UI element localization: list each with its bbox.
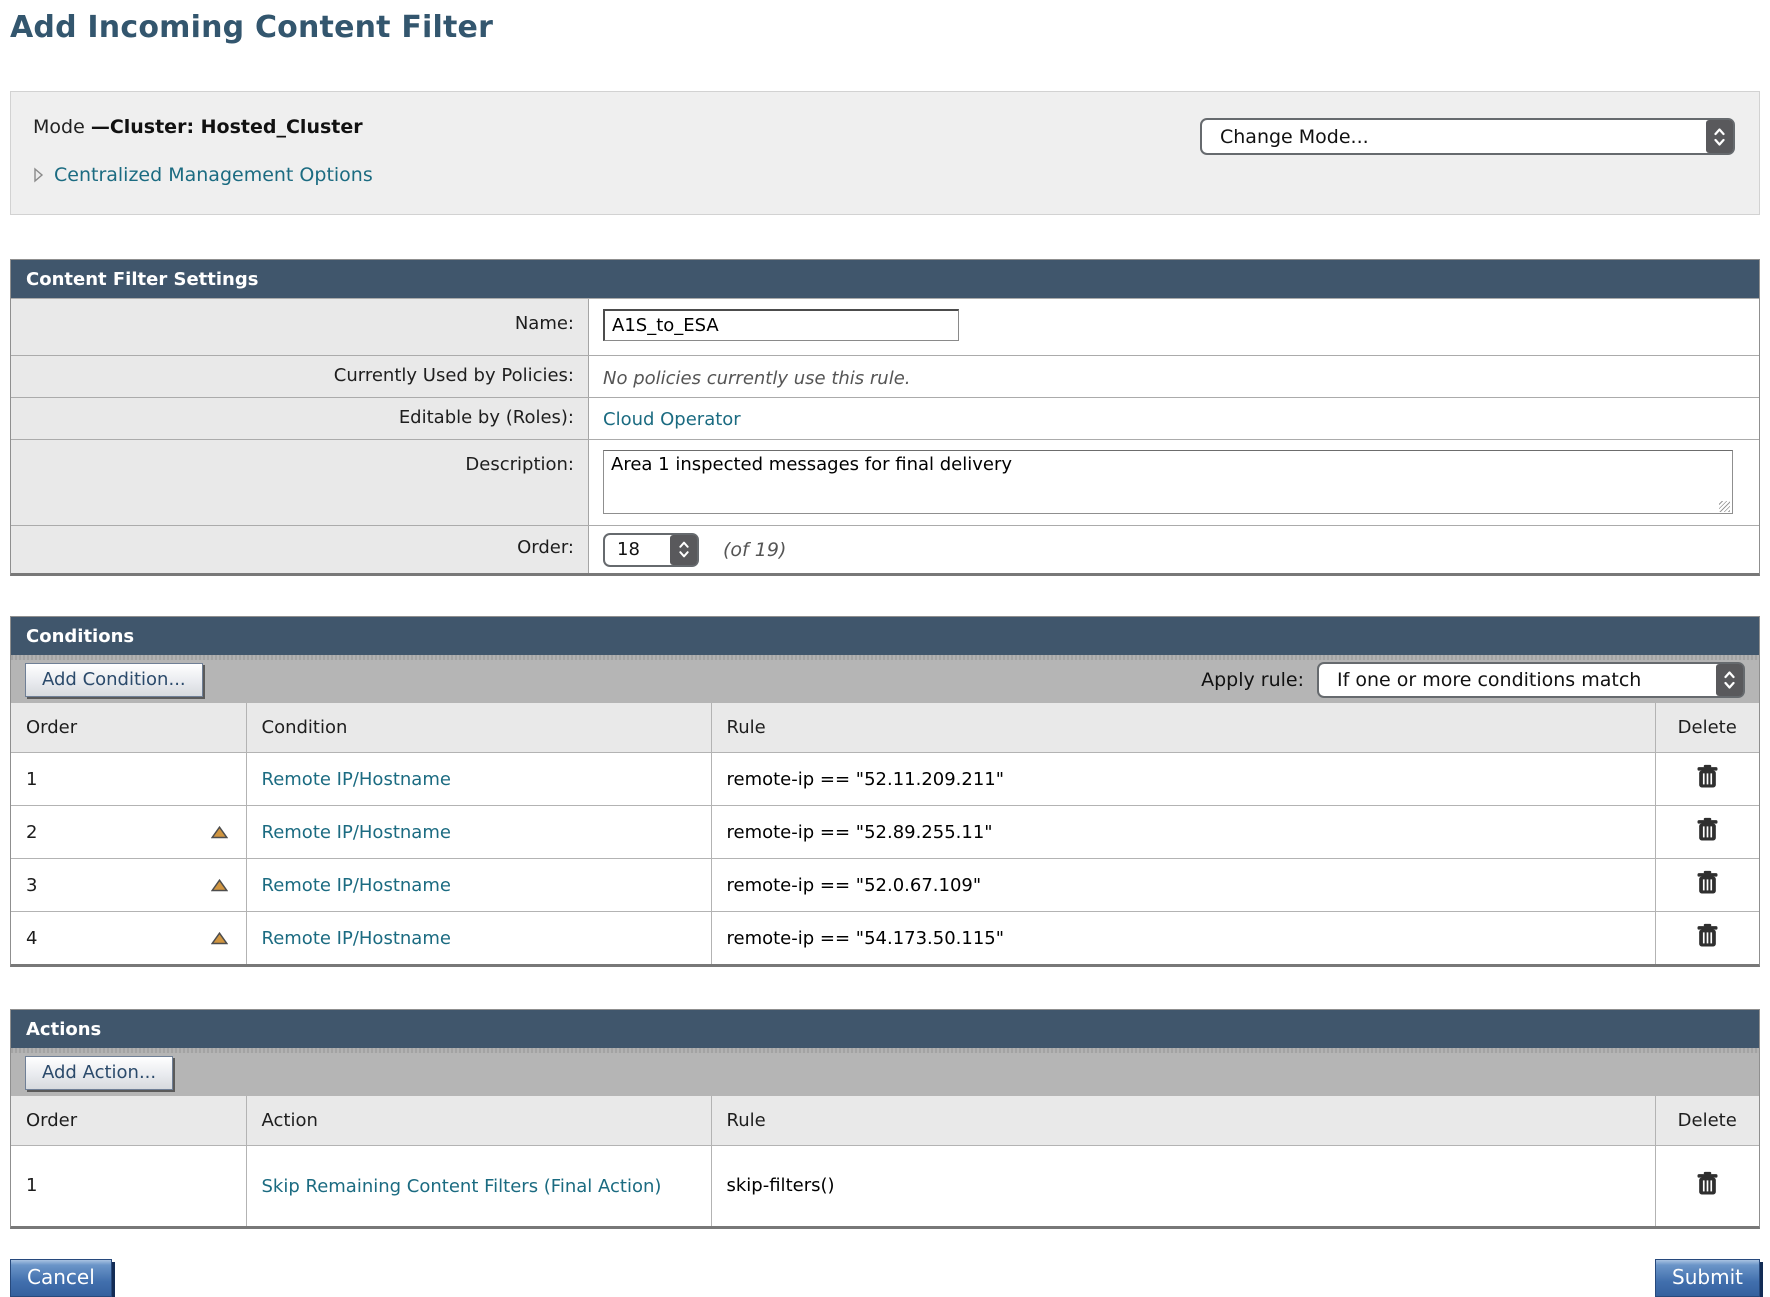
description-row: Description: Area 1 inspected messages f… xyxy=(11,439,1759,525)
change-mode-select-value: Change Mode... xyxy=(1220,126,1369,148)
condition-rule: remote-ip == "52.0.67.109" xyxy=(727,875,982,896)
action-order: 1 xyxy=(26,1175,37,1196)
condition-row: 2 Remote IP/Hostname remote-ip == "52.89… xyxy=(11,806,1759,859)
order-select-value: 18 xyxy=(617,539,640,560)
add-action-button[interactable]: Add Action... xyxy=(25,1056,173,1090)
resize-handle[interactable] xyxy=(1719,501,1730,512)
apply-rule-select-value: If one or more conditions match xyxy=(1337,669,1641,691)
condition-order: 1 xyxy=(26,769,37,790)
policies-note: No policies currently use this rule. xyxy=(603,365,911,389)
cloud-operator-link[interactable]: Cloud Operator xyxy=(603,407,741,430)
condition-order: 2 xyxy=(26,822,37,843)
actions-toolbar: Add Action... xyxy=(11,1048,1759,1096)
conditions-section: Conditions Add Condition... Apply rule: … xyxy=(10,616,1760,967)
disclosure-triangle-icon[interactable] xyxy=(33,167,44,183)
select-stepper-icon xyxy=(1716,664,1743,696)
condition-row: 3 Remote IP/Hostname remote-ip == "52.0.… xyxy=(11,859,1759,912)
actions-section: Actions Add Action... Order Action Rule … xyxy=(10,1009,1760,1229)
delete-action-button[interactable] xyxy=(1696,1171,1719,1196)
select-stepper-icon xyxy=(1706,120,1733,153)
condition-row: 4 Remote IP/Hostname remote-ip == "54.17… xyxy=(11,912,1759,965)
conditions-toolbar: Add Condition... Apply rule: If one or m… xyxy=(11,655,1759,703)
centralized-management-options-link[interactable]: Centralized Management Options xyxy=(54,164,373,186)
condition-link[interactable]: Remote IP/Hostname xyxy=(262,766,451,792)
condition-link[interactable]: Remote IP/Hostname xyxy=(262,925,451,951)
mode-label: Mode xyxy=(33,116,91,138)
conditions-table: Order Condition Rule Delete 1 Remote IP/… xyxy=(11,703,1759,964)
cancel-button[interactable]: Cancel xyxy=(10,1259,112,1297)
submit-button[interactable]: Submit xyxy=(1655,1259,1760,1297)
condition-row: 1 Remote IP/Hostname remote-ip == "52.11… xyxy=(11,753,1759,806)
content-filter-settings-section: Content Filter Settings Name: Currently … xyxy=(10,259,1760,576)
actions-table: Order Action Rule Delete 1 Skip Remainin… xyxy=(11,1096,1759,1226)
delete-condition-button[interactable] xyxy=(1696,870,1719,895)
add-condition-button[interactable]: Add Condition... xyxy=(25,663,203,697)
trash-icon xyxy=(1696,870,1719,895)
actions-col-order: Order xyxy=(11,1096,246,1146)
select-stepper-icon xyxy=(670,535,697,565)
condition-rule: remote-ip == "52.11.209.211" xyxy=(727,769,1005,790)
actions-col-delete: Delete xyxy=(1655,1096,1759,1146)
order-select[interactable]: 18 xyxy=(603,533,699,567)
apply-rule-select[interactable]: If one or more conditions match xyxy=(1317,662,1745,698)
conditions-col-rule: Rule xyxy=(711,703,1655,753)
trash-icon xyxy=(1696,817,1719,842)
actions-col-action: Action xyxy=(246,1096,711,1146)
move-up-icon[interactable] xyxy=(211,932,228,945)
move-up-icon[interactable] xyxy=(211,826,228,839)
policies-label: Currently Used by Policies: xyxy=(11,356,589,397)
description-textarea[interactable]: Area 1 inspected messages for final deli… xyxy=(603,450,1733,514)
condition-order: 4 xyxy=(26,928,37,949)
condition-link[interactable]: Remote IP/Hostname xyxy=(262,872,451,898)
conditions-header: Conditions xyxy=(11,617,1759,655)
page-title: Add Incoming Content Filter xyxy=(10,10,1770,45)
trash-icon xyxy=(1696,764,1719,789)
content-filter-settings-header: Content Filter Settings xyxy=(11,260,1759,298)
condition-order: 3 xyxy=(26,875,37,896)
actions-col-rule: Rule xyxy=(711,1096,1655,1146)
conditions-col-condition: Condition xyxy=(246,703,711,753)
condition-rule: remote-ip == "54.173.50.115" xyxy=(727,928,1005,949)
trash-icon xyxy=(1696,923,1719,948)
mode-value: —Cluster: Hosted_Cluster xyxy=(91,116,363,138)
action-rule: skip-filters() xyxy=(727,1175,835,1196)
order-row: Order: 18 (of 19) xyxy=(11,525,1759,573)
mode-panel: Mode —Cluster: Hosted_Cluster Change Mod… xyxy=(10,91,1760,215)
delete-condition-button[interactable] xyxy=(1696,923,1719,948)
description-label: Description: xyxy=(11,440,589,525)
action-link[interactable]: Skip Remaining Content Filters (Final Ac… xyxy=(262,1173,662,1199)
change-mode-select[interactable]: Change Mode... xyxy=(1200,118,1735,155)
order-label: Order: xyxy=(11,526,589,573)
action-row: 1 Skip Remaining Content Filters (Final … xyxy=(11,1146,1759,1226)
actions-header: Actions xyxy=(11,1010,1759,1048)
trash-icon xyxy=(1696,1171,1719,1196)
condition-link[interactable]: Remote IP/Hostname xyxy=(262,819,451,845)
roles-row: Editable by (Roles): Cloud Operator xyxy=(11,397,1759,439)
order-total: (of 19) xyxy=(723,539,786,561)
delete-condition-button[interactable] xyxy=(1696,764,1719,789)
policies-row: Currently Used by Policies: No policies … xyxy=(11,355,1759,397)
delete-condition-button[interactable] xyxy=(1696,817,1719,842)
conditions-col-delete: Delete xyxy=(1655,703,1759,753)
conditions-col-order: Order xyxy=(11,703,246,753)
name-input[interactable] xyxy=(603,309,959,341)
footer-bar: Cancel Submit xyxy=(10,1259,1760,1297)
roles-label: Editable by (Roles): xyxy=(11,398,589,439)
move-up-icon[interactable] xyxy=(211,879,228,892)
condition-rule: remote-ip == "52.89.255.11" xyxy=(727,822,993,843)
name-row: Name: xyxy=(11,298,1759,355)
name-label: Name: xyxy=(11,299,589,355)
apply-rule-label: Apply rule: xyxy=(1201,669,1304,691)
